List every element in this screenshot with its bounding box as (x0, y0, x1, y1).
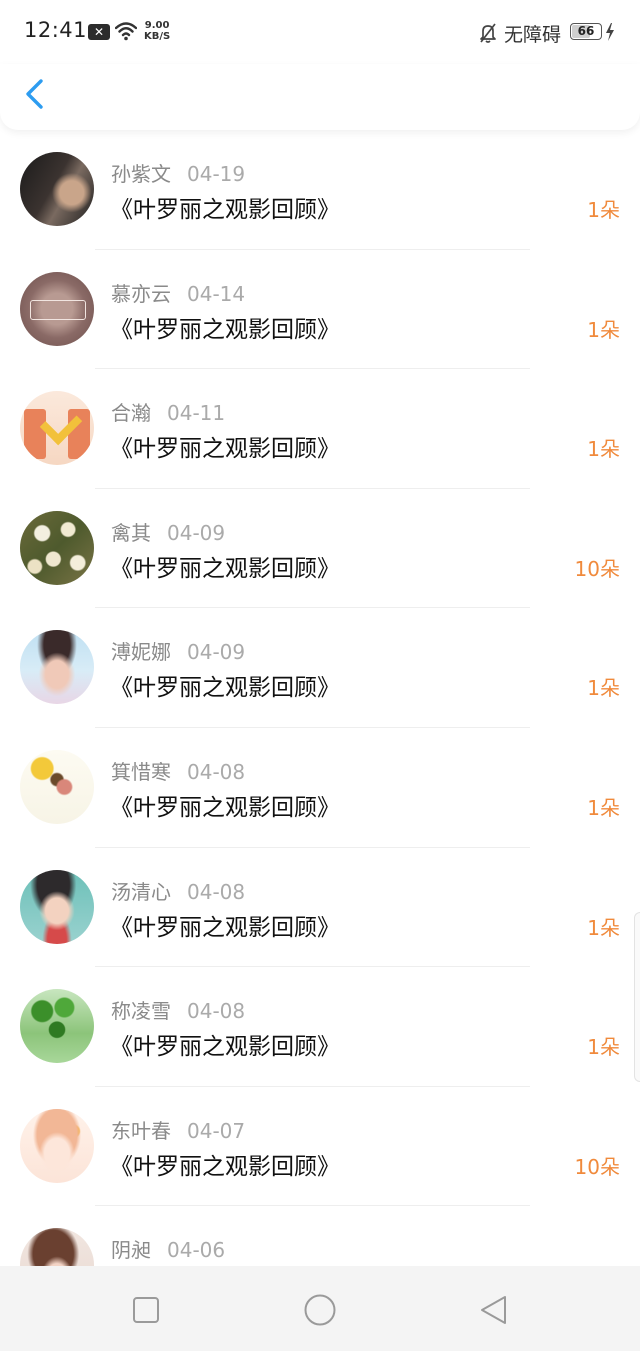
flower-count: 1朵 (587, 437, 620, 462)
square-icon (133, 1297, 159, 1323)
flower-count: 1朵 (587, 1035, 620, 1060)
user-name[interactable]: 阴昶 04-06 (111, 1234, 225, 1263)
back-button[interactable] (16, 74, 56, 114)
list-item[interactable]: 称凌雪 04-08 《叶罗丽之观影回顾》 1朵 (0, 967, 640, 1087)
user-name[interactable]: 称凌雪 04-08 (111, 995, 245, 1024)
avatar-shape (24, 409, 46, 460)
flower-count: 10朵 (574, 1154, 620, 1179)
system-back-button[interactable] (474, 1290, 514, 1330)
battery-level: 66 (577, 24, 595, 38)
user-name[interactable]: 溥妮娜 04-09 (111, 636, 245, 665)
battery-indicator: 66 (570, 23, 602, 40)
post-date: 04-08 (187, 879, 246, 904)
user-name[interactable]: 箕惜寒 04-08 (111, 756, 245, 785)
user-name-text: 箕惜寒 (111, 759, 171, 784)
bell-muted-icon (480, 23, 496, 43)
flower-count: 1朵 (587, 915, 620, 940)
network-speed: 9.00 KB/S (144, 20, 170, 42)
user-name[interactable]: 孙紫文 04-19 (111, 158, 245, 187)
user-name-text: 禽其 (111, 520, 151, 545)
post-date: 04-19 (187, 162, 246, 186)
triangle-back-icon (481, 1296, 506, 1324)
avatar[interactable] (20, 989, 94, 1064)
post-date: 04-08 (187, 759, 246, 784)
user-name-text: 东叶春 (111, 1118, 171, 1143)
network-speed-unit: KB/S (144, 31, 171, 42)
user-name[interactable]: 慕亦云 04-14 (111, 278, 245, 307)
avatar[interactable] (20, 1108, 94, 1183)
notification-x-icon: ✕ (88, 24, 110, 40)
avatar[interactable] (20, 749, 94, 824)
list-item[interactable]: 东叶春 04-07 《叶罗丽之观影回顾》 10朵 (0, 1087, 640, 1207)
user-name-text: 汤清心 (111, 879, 171, 904)
list-item[interactable]: 阴昶 04-06 (0, 1206, 640, 1266)
post-date: 04-11 (167, 401, 226, 426)
list-item[interactable]: 孙紫文 04-19 《叶罗丽之观影回顾》 1朵 (0, 130, 640, 250)
flower-count: 1朵 (587, 317, 620, 342)
app-header (0, 64, 640, 130)
user-name[interactable]: 合瀚 04-11 (111, 397, 225, 426)
user-name[interactable]: 汤清心 04-08 (111, 876, 245, 905)
status-bar: 12:41 ✕ 9.00 KB/S 无障碍 66 (0, 0, 640, 64)
chevron-left-icon (26, 79, 43, 109)
home-button[interactable] (300, 1290, 340, 1330)
post-date: 04-09 (167, 520, 226, 545)
list-item[interactable]: 慕亦云 04-14 《叶罗丽之观影回顾》 1朵 (0, 250, 640, 370)
user-name-text: 孙紫文 (111, 162, 171, 186)
accessibility-label: 无障碍 (504, 24, 562, 46)
screen: 12:41 ✕ 9.00 KB/S 无障碍 66 孙紫文 04-19 《叶罗丽之… (0, 0, 640, 1351)
list-item[interactable]: 禽其 04-09 《叶罗丽之观影回顾》 10朵 (0, 489, 640, 609)
post-date: 04-14 (187, 281, 246, 306)
wifi-icon (115, 22, 137, 41)
user-name-text: 溥妮娜 (111, 640, 171, 665)
avatar[interactable] (20, 391, 94, 466)
avatar[interactable] (20, 271, 94, 346)
charging-bolt-icon (606, 23, 614, 41)
avatar[interactable] (20, 510, 94, 585)
post-title[interactable]: 《叶罗丽之观影回顾》 (110, 310, 340, 344)
post-title[interactable]: 《叶罗丽之观影回顾》 (110, 668, 340, 702)
flower-count: 1朵 (587, 198, 620, 222)
system-nav-bar (0, 1266, 640, 1351)
user-name-text: 慕亦云 (111, 281, 171, 306)
network-speed-value: 9.00 (144, 20, 170, 31)
list-item[interactable]: 汤清心 04-08 《叶罗丽之观影回顾》 1朵 (0, 848, 640, 968)
post-title[interactable]: 《叶罗丽之观影回顾》 (110, 788, 340, 822)
flower-record-list[interactable]: 孙紫文 04-19 《叶罗丽之观影回顾》 1朵 慕亦云 04-14 《叶罗丽之观影回… (0, 130, 640, 1266)
user-name[interactable]: 禽其 04-09 (111, 517, 225, 546)
user-name-text: 称凌雪 (111, 999, 171, 1024)
post-title[interactable]: 《叶罗丽之观影回顾》 (110, 549, 340, 583)
circle-icon (304, 1294, 336, 1326)
scroll-handle[interactable] (634, 912, 640, 1082)
avatar[interactable] (20, 630, 94, 705)
user-name-text: 阴昶 (111, 1238, 151, 1263)
post-title[interactable]: 《叶罗丽之观影回顾》 (110, 190, 340, 224)
avatar[interactable] (20, 869, 94, 944)
post-title[interactable]: 《叶罗丽之观影回顾》 (110, 1027, 340, 1061)
list-item[interactable]: 溥妮娜 04-09 《叶罗丽之观影回顾》 1朵 (0, 608, 640, 728)
flower-count: 1朵 (587, 676, 620, 701)
avatar-badge (30, 299, 86, 320)
post-date: 04-08 (187, 999, 246, 1024)
post-date: 04-07 (187, 1118, 246, 1143)
list-item[interactable]: 合瀚 04-11 《叶罗丽之观影回顾》 1朵 (0, 369, 640, 489)
post-date: 04-06 (167, 1238, 226, 1263)
post-title[interactable]: 《叶罗丽之观影回顾》 (110, 1147, 340, 1181)
status-time: 12:41 (24, 18, 88, 42)
user-name-text: 合瀚 (111, 401, 151, 426)
post-title[interactable]: 《叶罗丽之观影回顾》 (110, 908, 340, 942)
post-date: 04-09 (187, 640, 246, 665)
user-name[interactable]: 东叶春 04-07 (111, 1115, 245, 1144)
avatar[interactable] (20, 152, 94, 226)
post-title[interactable]: 《叶罗丽之观影回顾》 (110, 429, 340, 463)
recent-apps-button[interactable] (126, 1290, 166, 1330)
avatar[interactable] (20, 1228, 94, 1266)
list-item[interactable]: 箕惜寒 04-08 《叶罗丽之观影回顾》 1朵 (0, 728, 640, 848)
flower-count: 1朵 (587, 795, 620, 820)
flower-count: 10朵 (574, 556, 620, 581)
